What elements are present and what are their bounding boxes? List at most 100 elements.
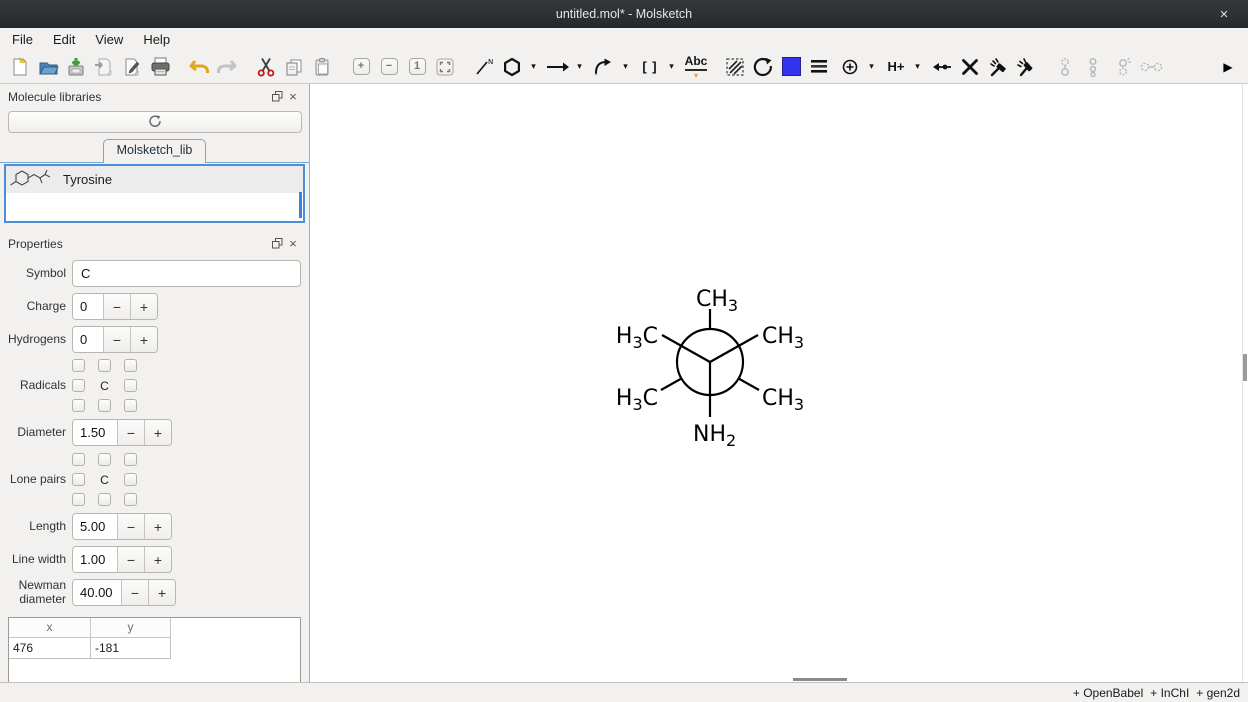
atom-label-upper-left[interactable]: H3C	[616, 324, 658, 352]
molecule-tool-button-4[interactable]	[1138, 53, 1166, 80]
delete-tool-button[interactable]	[956, 53, 984, 80]
menu-help[interactable]: Help	[133, 30, 180, 49]
import-button[interactable]	[90, 53, 118, 80]
mechanism-arrow-dropdown[interactable]: ▾	[618, 53, 633, 80]
charge-increment-button[interactable]: +	[130, 294, 157, 319]
optimize-hammer-button[interactable]	[984, 53, 1012, 80]
window-close-button[interactable]: ×	[1210, 0, 1238, 28]
text-tool-button[interactable]: Abc ▾	[682, 53, 710, 80]
draw-tool-button[interactable]: N	[470, 53, 498, 80]
lone-pair-checkbox[interactable]	[72, 473, 85, 486]
lone-pair-checkbox[interactable]	[72, 493, 85, 506]
reaction-arrow-dropdown[interactable]: ▾	[572, 53, 587, 80]
lone-pair-checkbox[interactable]	[124, 493, 137, 506]
diameter-value[interactable]: 1.50	[73, 420, 117, 445]
ring-tool-button[interactable]	[498, 53, 526, 80]
coordinate-y-cell[interactable]: -181	[91, 638, 171, 659]
line-width-increment-button[interactable]: +	[144, 547, 171, 572]
newman-diameter-increment-button[interactable]: +	[148, 580, 175, 605]
export-button[interactable]	[118, 53, 146, 80]
open-file-button[interactable]	[34, 53, 62, 80]
atom-label-bottom[interactable]: NH2	[693, 422, 736, 450]
symbol-input[interactable]	[72, 260, 301, 287]
library-list-scrollbar[interactable]	[299, 192, 302, 218]
mechanism-arrow-button[interactable]	[590, 53, 618, 80]
lone-pair-checkbox[interactable]	[98, 453, 111, 466]
atom-label-lower-right[interactable]: CH3	[762, 386, 804, 414]
float-dock-icon[interactable]	[269, 91, 285, 102]
length-increment-button[interactable]: +	[144, 514, 171, 539]
radical-checkbox[interactable]	[98, 399, 111, 412]
menu-file[interactable]: File	[2, 30, 43, 49]
hatch-tool-button[interactable]	[721, 53, 749, 80]
vertical-scrollbar[interactable]	[1243, 354, 1247, 381]
newman-diameter-decrement-button[interactable]: −	[121, 580, 148, 605]
lone-pair-checkbox[interactable]	[124, 473, 137, 486]
zoom-in-button[interactable]: +	[347, 53, 375, 80]
hydrogen-tool-button[interactable]: H+	[882, 53, 910, 80]
paste-button[interactable]	[308, 53, 336, 80]
length-decrement-button[interactable]: −	[117, 514, 144, 539]
radical-checkbox[interactable]	[124, 399, 137, 412]
lone-pair-checkbox[interactable]	[124, 453, 137, 466]
list-item-tyrosine[interactable]: Tyrosine	[6, 166, 303, 193]
print-button[interactable]	[146, 53, 174, 80]
molecule-tool-button-1[interactable]	[1051, 53, 1079, 80]
lone-pair-checkbox[interactable]	[72, 453, 85, 466]
radical-checkbox[interactable]	[124, 379, 137, 392]
new-file-button[interactable]	[6, 53, 34, 80]
coordinate-x-cell[interactable]: 476	[9, 638, 91, 659]
charge-tool-button[interactable]	[836, 53, 864, 80]
radical-checkbox[interactable]	[124, 359, 137, 372]
cut-button[interactable]	[252, 53, 280, 80]
newman-diameter-value[interactable]: 40.00	[73, 580, 121, 605]
color-picker-button[interactable]	[777, 53, 805, 80]
molecule-tool-button-2[interactable]	[1079, 53, 1107, 80]
atom-label-upper-right[interactable]: CH3	[762, 324, 804, 352]
rotate-tool-button[interactable]	[749, 53, 777, 80]
atom-label-top[interactable]: CH3	[696, 287, 738, 315]
redo-button[interactable]	[213, 53, 241, 80]
lone-pair-checkbox[interactable]	[98, 493, 111, 506]
refresh-libraries-button[interactable]	[8, 111, 302, 133]
forcefield-hammer-button[interactable]	[1012, 53, 1040, 80]
charge-value[interactable]: 0	[73, 294, 103, 319]
menu-edit[interactable]: Edit	[43, 30, 85, 49]
line-width-button[interactable]	[805, 53, 833, 80]
line-width-value[interactable]: 1.00	[73, 547, 117, 572]
ring-tool-dropdown[interactable]: ▾	[526, 53, 541, 80]
radical-checkbox[interactable]	[98, 359, 111, 372]
drawing-canvas[interactable]: CH3 H3C CH3 H3C CH3 NH2	[310, 84, 1248, 682]
bracket-tool-button[interactable]: [ ]	[636, 53, 664, 80]
length-value[interactable]: 5.00	[73, 514, 117, 539]
save-button[interactable]	[62, 53, 90, 80]
radical-checkbox[interactable]	[72, 399, 85, 412]
zoom-out-button[interactable]: −	[375, 53, 403, 80]
radical-checkbox[interactable]	[72, 359, 85, 372]
radical-checkbox[interactable]	[72, 379, 85, 392]
properties-close-icon[interactable]: ×	[285, 236, 301, 251]
hydrogens-value[interactable]: 0	[73, 327, 103, 352]
libraries-close-icon[interactable]: ×	[285, 89, 301, 104]
tab-molsketch-lib[interactable]: Molsketch_lib	[103, 139, 207, 163]
charge-tool-dropdown[interactable]: ▾	[864, 53, 879, 80]
menu-view[interactable]: View	[85, 30, 133, 49]
zoom-fit-button[interactable]	[431, 53, 459, 80]
newman-projection-molecule[interactable]: CH3 H3C CH3 H3C CH3 NH2	[610, 281, 815, 456]
toolbar-overflow-button[interactable]: ▶	[1214, 53, 1242, 80]
charge-decrement-button[interactable]: −	[103, 294, 130, 319]
copy-button[interactable]	[280, 53, 308, 80]
hydrogens-decrement-button[interactable]: −	[103, 327, 130, 352]
horizontal-scrollbar[interactable]	[793, 678, 847, 681]
hydrogens-increment-button[interactable]: +	[130, 327, 157, 352]
undo-button[interactable]	[185, 53, 213, 80]
diameter-increment-button[interactable]: +	[144, 420, 171, 445]
line-width-decrement-button[interactable]: −	[117, 547, 144, 572]
molecule-tool-button-3[interactable]	[1110, 53, 1138, 80]
diameter-decrement-button[interactable]: −	[117, 420, 144, 445]
float-dock-icon[interactable]	[269, 238, 285, 249]
connect-tool-button[interactable]	[928, 53, 956, 80]
hydrogen-tool-dropdown[interactable]: ▾	[910, 53, 925, 80]
zoom-original-button[interactable]: 1	[403, 53, 431, 80]
bracket-tool-dropdown[interactable]: ▾	[664, 53, 679, 80]
